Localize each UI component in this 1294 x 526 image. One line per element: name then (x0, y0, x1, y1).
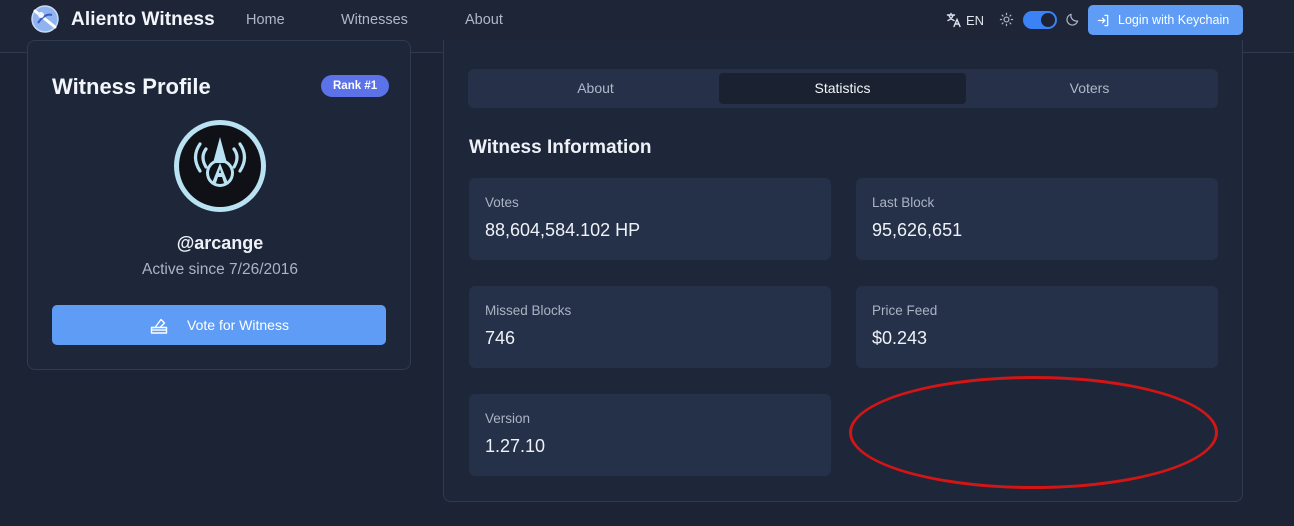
tab-statistics[interactable]: Statistics (719, 73, 966, 104)
toggle-knob (1041, 13, 1055, 27)
stat-label: Missed Blocks (485, 303, 572, 318)
stat-value: 1.27.10 (485, 436, 546, 456)
moon-icon (1066, 13, 1079, 26)
theme-toggle[interactable] (1023, 11, 1057, 29)
tab-voters[interactable]: Voters (966, 73, 1213, 104)
rank-badge: Rank #1 (321, 75, 390, 97)
stat-label: Votes (485, 195, 519, 210)
language-label: EN (966, 12, 985, 28)
logo-icon[interactable] (29, 3, 61, 35)
stat-value: $0.243 (872, 328, 928, 348)
stat-card-missed-blocks: Missed Blocks 746 (469, 286, 831, 368)
tab-bar: About Statistics Voters (468, 69, 1218, 108)
vote-label: Vote for Witness (187, 317, 289, 333)
login-keychain-button[interactable]: Login with Keychain (1088, 5, 1243, 35)
login-icon (1097, 14, 1109, 26)
stat-label: Last Block (872, 195, 935, 210)
tab-about[interactable]: About (472, 73, 719, 104)
active-since: Active since 7/26/2016 (142, 261, 298, 278)
stat-value: 95,626,651 (872, 220, 963, 240)
stat-card-price-feed: Price Feed $0.243 (856, 286, 1218, 368)
stat-value: 88,604,584.102 HP (485, 220, 641, 240)
stat-label: Price Feed (872, 303, 938, 318)
vote-for-witness-button[interactable]: Vote for Witness (52, 305, 386, 345)
sun-icon (999, 12, 1014, 27)
ballot-icon (150, 318, 168, 334)
nav-witnesses[interactable]: Witnesses (341, 12, 408, 28)
section-title: Witness Information (469, 137, 652, 158)
brand-name[interactable]: Aliento Witness (71, 9, 215, 31)
language-selector[interactable]: EN (946, 11, 984, 29)
translate-icon (946, 12, 961, 28)
avatar (174, 120, 266, 212)
witness-username: @arcange (176, 233, 264, 253)
nav-home[interactable]: Home (246, 12, 285, 28)
nav-about[interactable]: About (465, 12, 503, 28)
witness-profile-card: Witness Profile Rank #1 @arcange Active … (27, 40, 411, 370)
stat-card-votes: Votes 88,604,584.102 HP (469, 178, 831, 260)
login-label: Login with Keychain (1118, 13, 1230, 27)
stat-label: Version (485, 411, 531, 426)
stat-card-last-block: Last Block 95,626,651 (856, 178, 1218, 260)
stat-value: 746 (485, 328, 516, 348)
stat-card-version: Version 1.27.10 (469, 394, 831, 476)
witness-stats-panel: About Statistics Voters Witness Informat… (443, 40, 1243, 502)
profile-title: Witness Profile (52, 74, 211, 99)
